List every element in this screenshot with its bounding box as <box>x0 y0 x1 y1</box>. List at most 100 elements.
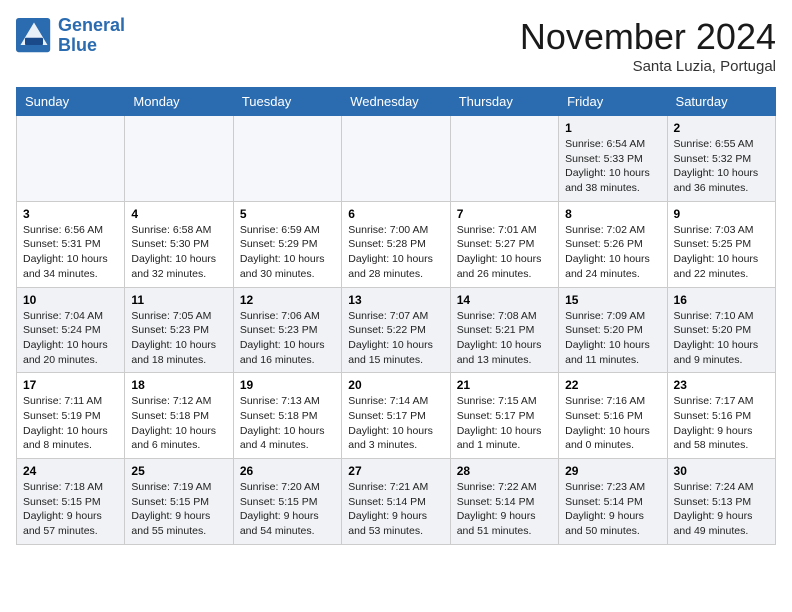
day-number: 24 <box>23 464 118 478</box>
day-info: Sunrise: 7:12 AM Sunset: 5:18 PM Dayligh… <box>131 394 226 453</box>
day-number: 8 <box>565 207 660 221</box>
calendar-row: 24 Sunrise: 7:18 AM Sunset: 5:15 PM Dayli… <box>17 459 776 545</box>
table-cell <box>233 116 341 202</box>
table-cell: 16 Sunrise: 7:10 AM Sunset: 5:20 PM Dayli… <box>667 287 775 373</box>
table-cell: 25 Sunrise: 7:19 AM Sunset: 5:15 PM Dayli… <box>125 459 233 545</box>
table-cell: 6 Sunrise: 7:00 AM Sunset: 5:28 PM Daylig… <box>342 201 450 287</box>
day-info: Sunrise: 7:23 AM Sunset: 5:14 PM Dayligh… <box>565 480 660 539</box>
table-cell: 14 Sunrise: 7:08 AM Sunset: 5:21 PM Dayli… <box>450 287 558 373</box>
day-info: Sunrise: 7:13 AM Sunset: 5:18 PM Dayligh… <box>240 394 335 453</box>
calendar-table: Sunday Monday Tuesday Wednesday Thursday… <box>16 87 776 545</box>
table-cell: 2 Sunrise: 6:55 AM Sunset: 5:32 PM Daylig… <box>667 116 775 202</box>
calendar-row: 3Sunrise: 6:56 AM Sunset: 5:31 PM Daylig… <box>17 201 776 287</box>
day-info: Sunrise: 6:56 AM Sunset: 5:31 PM Dayligh… <box>23 223 118 282</box>
day-info: Sunrise: 7:24 AM Sunset: 5:13 PM Dayligh… <box>674 480 769 539</box>
calendar-row: 10 Sunrise: 7:04 AM Sunset: 5:24 PM Dayli… <box>17 287 776 373</box>
day-number: 4 <box>131 207 226 221</box>
col-sunday: Sunday <box>17 88 125 116</box>
day-number: 16 <box>674 293 769 307</box>
day-number: 28 <box>457 464 552 478</box>
table-cell: 3Sunrise: 6:56 AM Sunset: 5:31 PM Daylig… <box>17 201 125 287</box>
day-info: Sunrise: 7:08 AM Sunset: 5:21 PM Dayligh… <box>457 309 552 368</box>
day-number: 21 <box>457 378 552 392</box>
day-number: 7 <box>457 207 552 221</box>
day-info: Sunrise: 7:07 AM Sunset: 5:22 PM Dayligh… <box>348 309 443 368</box>
day-info: Sunrise: 7:19 AM Sunset: 5:15 PM Dayligh… <box>131 480 226 539</box>
day-info: Sunrise: 6:55 AM Sunset: 5:32 PM Dayligh… <box>674 137 769 196</box>
day-info: Sunrise: 7:14 AM Sunset: 5:17 PM Dayligh… <box>348 394 443 453</box>
table-cell: 18 Sunrise: 7:12 AM Sunset: 5:18 PM Dayli… <box>125 373 233 459</box>
month-title: November 2024 <box>520 16 776 58</box>
col-wednesday: Wednesday <box>342 88 450 116</box>
day-number: 26 <box>240 464 335 478</box>
day-info: Sunrise: 7:18 AM Sunset: 5:15 PM Dayligh… <box>23 480 118 539</box>
day-info: Sunrise: 7:05 AM Sunset: 5:23 PM Dayligh… <box>131 309 226 368</box>
day-info: Sunrise: 7:03 AM Sunset: 5:25 PM Dayligh… <box>674 223 769 282</box>
day-number: 1 <box>565 121 660 135</box>
day-number: 13 <box>348 293 443 307</box>
table-cell: 19Sunrise: 7:13 AM Sunset: 5:18 PM Dayli… <box>233 373 341 459</box>
table-cell: 15Sunrise: 7:09 AM Sunset: 5:20 PM Dayli… <box>559 287 667 373</box>
col-saturday: Saturday <box>667 88 775 116</box>
day-info: Sunrise: 6:54 AM Sunset: 5:33 PM Dayligh… <box>565 137 660 196</box>
table-cell: 29Sunrise: 7:23 AM Sunset: 5:14 PM Dayli… <box>559 459 667 545</box>
page-header: General Blue November 2024 Santa Luzia, … <box>16 16 776 75</box>
table-cell: 7 Sunrise: 7:01 AM Sunset: 5:27 PM Daylig… <box>450 201 558 287</box>
day-info: Sunrise: 7:16 AM Sunset: 5:16 PM Dayligh… <box>565 394 660 453</box>
day-number: 20 <box>348 378 443 392</box>
day-number: 18 <box>131 378 226 392</box>
table-cell: 5 Sunrise: 6:59 AM Sunset: 5:29 PM Daylig… <box>233 201 341 287</box>
day-number: 5 <box>240 207 335 221</box>
table-cell <box>125 116 233 202</box>
day-info: Sunrise: 6:59 AM Sunset: 5:29 PM Dayligh… <box>240 223 335 282</box>
day-number: 2 <box>674 121 769 135</box>
table-cell <box>450 116 558 202</box>
logo-icon <box>16 18 52 54</box>
col-thursday: Thursday <box>450 88 558 116</box>
table-cell: 24 Sunrise: 7:18 AM Sunset: 5:15 PM Dayli… <box>17 459 125 545</box>
day-info: Sunrise: 7:21 AM Sunset: 5:14 PM Dayligh… <box>348 480 443 539</box>
table-cell: 21Sunrise: 7:15 AM Sunset: 5:17 PM Dayli… <box>450 373 558 459</box>
table-cell: 23 Sunrise: 7:17 AM Sunset: 5:16 PM Dayli… <box>667 373 775 459</box>
table-cell: 20 Sunrise: 7:14 AM Sunset: 5:17 PM Dayli… <box>342 373 450 459</box>
day-info: Sunrise: 7:02 AM Sunset: 5:26 PM Dayligh… <box>565 223 660 282</box>
col-monday: Monday <box>125 88 233 116</box>
day-number: 22 <box>565 378 660 392</box>
logo: General Blue <box>16 16 125 56</box>
col-friday: Friday <box>559 88 667 116</box>
day-number: 23 <box>674 378 769 392</box>
day-number: 12 <box>240 293 335 307</box>
day-number: 30 <box>674 464 769 478</box>
table-cell: 17 Sunrise: 7:11 AM Sunset: 5:19 PM Dayli… <box>17 373 125 459</box>
day-number: 14 <box>457 293 552 307</box>
day-info: Sunrise: 7:01 AM Sunset: 5:27 PM Dayligh… <box>457 223 552 282</box>
day-number: 10 <box>23 293 118 307</box>
day-number: 15 <box>565 293 660 307</box>
calendar-row: 17 Sunrise: 7:11 AM Sunset: 5:19 PM Dayli… <box>17 373 776 459</box>
day-info: Sunrise: 7:11 AM Sunset: 5:19 PM Dayligh… <box>23 394 118 453</box>
table-cell: 28 Sunrise: 7:22 AM Sunset: 5:14 PM Dayli… <box>450 459 558 545</box>
table-cell: 30 Sunrise: 7:24 AM Sunset: 5:13 PM Dayli… <box>667 459 775 545</box>
location-subtitle: Santa Luzia, Portugal <box>520 58 776 75</box>
day-info: Sunrise: 7:22 AM Sunset: 5:14 PM Dayligh… <box>457 480 552 539</box>
day-number: 6 <box>348 207 443 221</box>
day-number: 25 <box>131 464 226 478</box>
day-info: Sunrise: 7:10 AM Sunset: 5:20 PM Dayligh… <box>674 309 769 368</box>
day-info: Sunrise: 7:17 AM Sunset: 5:16 PM Dayligh… <box>674 394 769 453</box>
table-cell: 10 Sunrise: 7:04 AM Sunset: 5:24 PM Dayli… <box>17 287 125 373</box>
logo-line1: General <box>58 16 125 36</box>
table-cell: 13 Sunrise: 7:07 AM Sunset: 5:22 PM Dayli… <box>342 287 450 373</box>
table-cell: 12Sunrise: 7:06 AM Sunset: 5:23 PM Dayli… <box>233 287 341 373</box>
table-cell: 26 Sunrise: 7:20 AM Sunset: 5:15 PM Dayli… <box>233 459 341 545</box>
day-info: Sunrise: 6:58 AM Sunset: 5:30 PM Dayligh… <box>131 223 226 282</box>
table-cell: 27Sunrise: 7:21 AM Sunset: 5:14 PM Dayli… <box>342 459 450 545</box>
table-cell <box>17 116 125 202</box>
logo-line2: Blue <box>58 36 125 56</box>
calendar-row: 1 Sunrise: 6:54 AM Sunset: 5:33 PM Daylig… <box>17 116 776 202</box>
day-info: Sunrise: 7:04 AM Sunset: 5:24 PM Dayligh… <box>23 309 118 368</box>
day-number: 17 <box>23 378 118 392</box>
table-cell: 1 Sunrise: 6:54 AM Sunset: 5:33 PM Daylig… <box>559 116 667 202</box>
col-tuesday: Tuesday <box>233 88 341 116</box>
day-info: Sunrise: 7:00 AM Sunset: 5:28 PM Dayligh… <box>348 223 443 282</box>
day-info: Sunrise: 7:20 AM Sunset: 5:15 PM Dayligh… <box>240 480 335 539</box>
